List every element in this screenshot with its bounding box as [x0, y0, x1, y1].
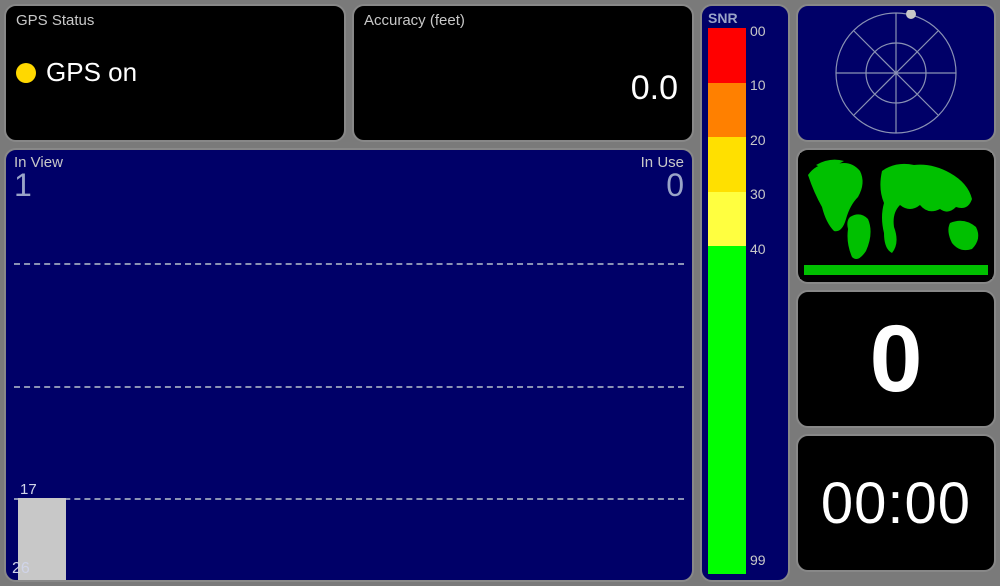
skyplot-icon [811, 10, 981, 136]
speed-value: 0 [870, 305, 923, 414]
snr-tick-99: 99 [750, 552, 766, 568]
in-use-count: 0 [666, 169, 684, 201]
accuracy-value: 0.0 [631, 69, 678, 108]
sat-bar-value: 17 [20, 481, 37, 498]
snr-panel: SNR 00 10 20 30 40 99 [700, 4, 790, 582]
speed-panel[interactable]: 0 [796, 290, 996, 428]
world-map-icon [800, 153, 992, 279]
accuracy-panel: Accuracy (feet) 0.0 [352, 4, 694, 142]
gps-status-panel: GPS Status GPS on [4, 4, 346, 142]
snr-tick-40: 40 [750, 241, 766, 257]
timer-panel[interactable]: 00:00 [796, 434, 996, 572]
skyplot-panel[interactable] [796, 4, 996, 142]
accuracy-header: Accuracy (feet) [364, 12, 682, 29]
satellites-panel: In View In Use 1 0 17 26 [4, 148, 694, 582]
snr-ticks: 00 10 20 30 40 99 [750, 28, 782, 574]
snr-gradient-bar [708, 28, 746, 574]
worldmap-panel[interactable] [796, 148, 996, 284]
snr-tick-00: 00 [750, 23, 766, 39]
gps-status-dot-icon [16, 63, 36, 83]
snr-tick-10: 10 [750, 77, 766, 93]
in-view-count: 1 [14, 169, 32, 201]
timer-value: 00:00 [821, 470, 971, 537]
snr-tick-20: 20 [750, 132, 766, 148]
satellite-bar-chart: 17 [14, 207, 684, 580]
sat-prn-id: 26 [12, 560, 30, 578]
snr-title: SNR [708, 10, 782, 26]
skyplot-sat-dot-icon [906, 10, 916, 19]
snr-tick-30: 30 [750, 186, 766, 202]
gps-status-text: GPS on [46, 57, 137, 88]
gps-status-header: GPS Status [16, 12, 334, 29]
